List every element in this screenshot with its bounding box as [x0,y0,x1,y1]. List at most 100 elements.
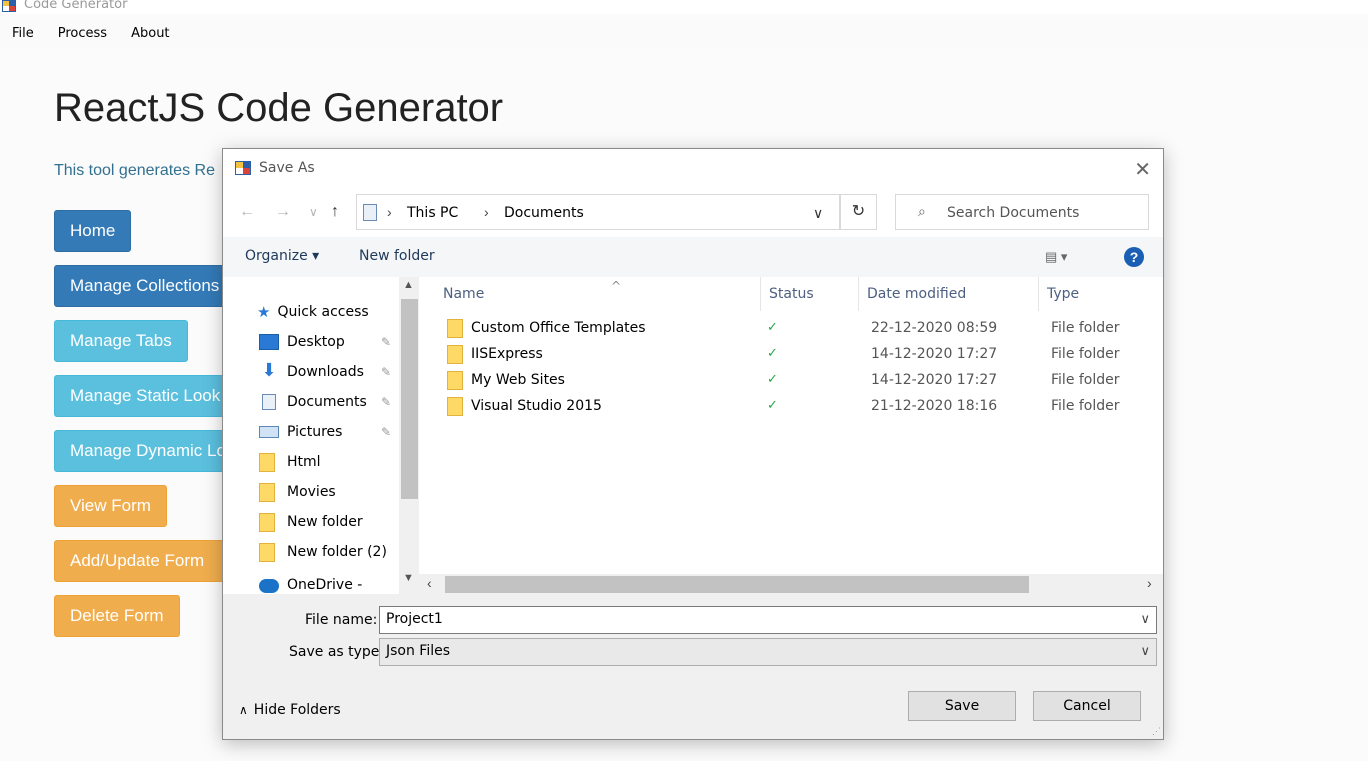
delete-form-button[interactable]: Delete Form [54,595,180,637]
file-type: File folder [1051,346,1120,362]
nav-item-new-folder[interactable]: New folder [259,507,399,537]
file-name: Visual Studio 2015 [471,398,602,414]
quick-access-item[interactable]: ★ Quick access [257,297,397,327]
scrollbar-thumb[interactable] [445,576,1029,593]
hide-folders-toggle[interactable]: ∧ Hide Folders [239,702,341,718]
search-input[interactable]: ⌕ Search Documents [895,194,1149,230]
search-placeholder: Search Documents [947,205,1080,221]
close-icon[interactable]: ✕ [1134,157,1151,182]
nav-item-html[interactable]: Html [259,447,399,477]
file-row[interactable]: My Web Sites ✓ 14-12-2020 17:27 File fol… [419,368,1163,394]
new-folder-button[interactable]: New folder [359,248,435,264]
file-date: 14-12-2020 17:27 [871,372,998,388]
forward-arrow-icon[interactable]: → [275,203,291,221]
file-date: 14-12-2020 17:27 [871,346,998,362]
folder-icon [259,482,275,502]
home-button[interactable]: Home [54,210,132,252]
refresh-button[interactable]: ↻ [840,194,877,230]
save-as-type-select[interactable]: Json Files ∨ [379,638,1157,666]
menu-process[interactable]: Process [46,26,119,41]
window-titlebar: Code Generator [0,0,1368,14]
nav-item-new-folder-2[interactable]: New folder (2) [259,537,399,567]
scroll-down-icon[interactable]: ▼ [403,572,414,584]
manage-tabs-button[interactable]: Manage Tabs [54,320,188,362]
desktop-icon [259,334,279,350]
nav-item-label: Downloads [287,364,364,380]
file-name-value: Project1 [386,611,443,627]
nav-item-label: Pictures [287,424,343,440]
nav-item-label: New folder (2) [287,544,387,560]
recent-locations-icon[interactable]: ∨ [309,205,318,219]
file-list: Name ^ Status Date modified Type Custom … [419,277,1163,594]
resize-grip-icon[interactable]: ⋰ [1152,726,1161,737]
file-type: File folder [1051,320,1120,336]
page-subtitle: This tool generates Re [54,162,215,179]
chevron-up-icon: ∧ [239,703,248,717]
nav-item-label: Desktop [287,334,345,350]
breadcrumb-this-pc[interactable]: This PC [407,205,458,221]
menu-about[interactable]: About [119,26,181,41]
change-view-icon[interactable]: ▤ ▾ [1045,249,1067,265]
organize-button[interactable]: Organize ▾ [245,248,319,264]
nav-item-downloads[interactable]: ⬇ Downloads ✎ [259,357,399,387]
file-name-field[interactable]: Project1 ∨ [379,606,1157,634]
sync-status-icon: ✓ [767,346,778,361]
sort-ascending-icon: ^ [611,279,622,293]
file-row[interactable]: Visual Studio 2015 ✓ 21-12-2020 18:16 Fi… [419,394,1163,420]
column-header-date[interactable]: Date modified [859,277,1039,311]
back-arrow-icon[interactable]: ← [239,203,255,221]
column-header-status[interactable]: Status [761,277,859,311]
app-icon [2,0,16,12]
nav-item-label: Movies [287,484,336,500]
view-form-button[interactable]: View Form [54,485,167,527]
cloud-icon [259,579,279,593]
sync-status-icon: ✓ [767,320,778,335]
folder-icon [447,371,463,390]
file-row[interactable]: Custom Office Templates ✓ 22-12-2020 08:… [419,316,1163,342]
address-dropdown-icon[interactable]: ∨ [813,205,823,222]
folder-icon [259,452,275,472]
scroll-left-icon[interactable]: ‹ [427,575,432,591]
breadcrumb-documents[interactable]: Documents [504,205,584,221]
dialog-toolbar: Organize ▾ New folder ▤ ▾ ? [223,237,1163,277]
file-row[interactable]: IISExpress ✓ 14-12-2020 17:27 File folde… [419,342,1163,368]
nav-item-desktop[interactable]: Desktop ✎ [259,327,399,357]
navigation-pane: ★ Quick access Desktop ✎ ⬇ Downloads ✎ D… [223,277,419,594]
nav-item-pictures[interactable]: Pictures ✎ [259,417,399,447]
pin-icon: ✎ [381,395,392,409]
refresh-icon: ↻ [851,203,866,220]
column-header-name[interactable]: Name ^ [435,277,761,311]
quick-access-label: Quick access [277,304,369,320]
chevron-down-icon[interactable]: ∨ [1140,611,1150,627]
column-header-type[interactable]: Type [1039,277,1163,311]
file-list-horizontal-scrollbar[interactable]: ‹ › [419,574,1163,594]
menu-file[interactable]: File [0,26,46,41]
pin-icon: ✎ [381,425,392,439]
file-name: IISExpress [471,346,543,362]
nav-item-movies[interactable]: Movies [259,477,399,507]
sync-status-icon: ✓ [767,372,778,387]
nav-item-label: Html [287,454,321,470]
pin-icon: ✎ [381,365,392,379]
scrollbar-thumb[interactable] [401,299,418,499]
cancel-button[interactable]: Cancel [1033,691,1141,721]
nav-item-documents[interactable]: Documents ✎ [259,387,399,417]
help-icon[interactable]: ? [1124,247,1144,267]
file-name: My Web Sites [471,372,565,388]
scroll-up-icon[interactable]: ▲ [403,279,414,291]
nav-item-label: Documents [287,394,367,410]
folder-icon [447,319,463,338]
file-type: File folder [1051,372,1120,388]
pin-icon: ✎ [381,335,392,349]
hide-folders-label: Hide Folders [253,702,341,718]
scroll-right-icon[interactable]: › [1147,575,1152,591]
chevron-down-icon[interactable]: ∨ [1140,643,1150,659]
save-as-dialog: Save As ✕ ← → ∨ ↑ › This PC › Documents … [222,148,1164,740]
file-type: File folder [1051,398,1120,414]
save-as-type-value: Json Files [386,643,451,659]
nav-pane-scrollbar[interactable]: ▲ ▼ [399,277,419,594]
nav-item-onedrive[interactable]: OneDrive - Applic [259,573,399,593]
address-bar[interactable]: › This PC › Documents ∨ [356,194,840,230]
save-button[interactable]: Save [908,691,1016,721]
up-arrow-icon[interactable]: ↑ [331,203,339,221]
